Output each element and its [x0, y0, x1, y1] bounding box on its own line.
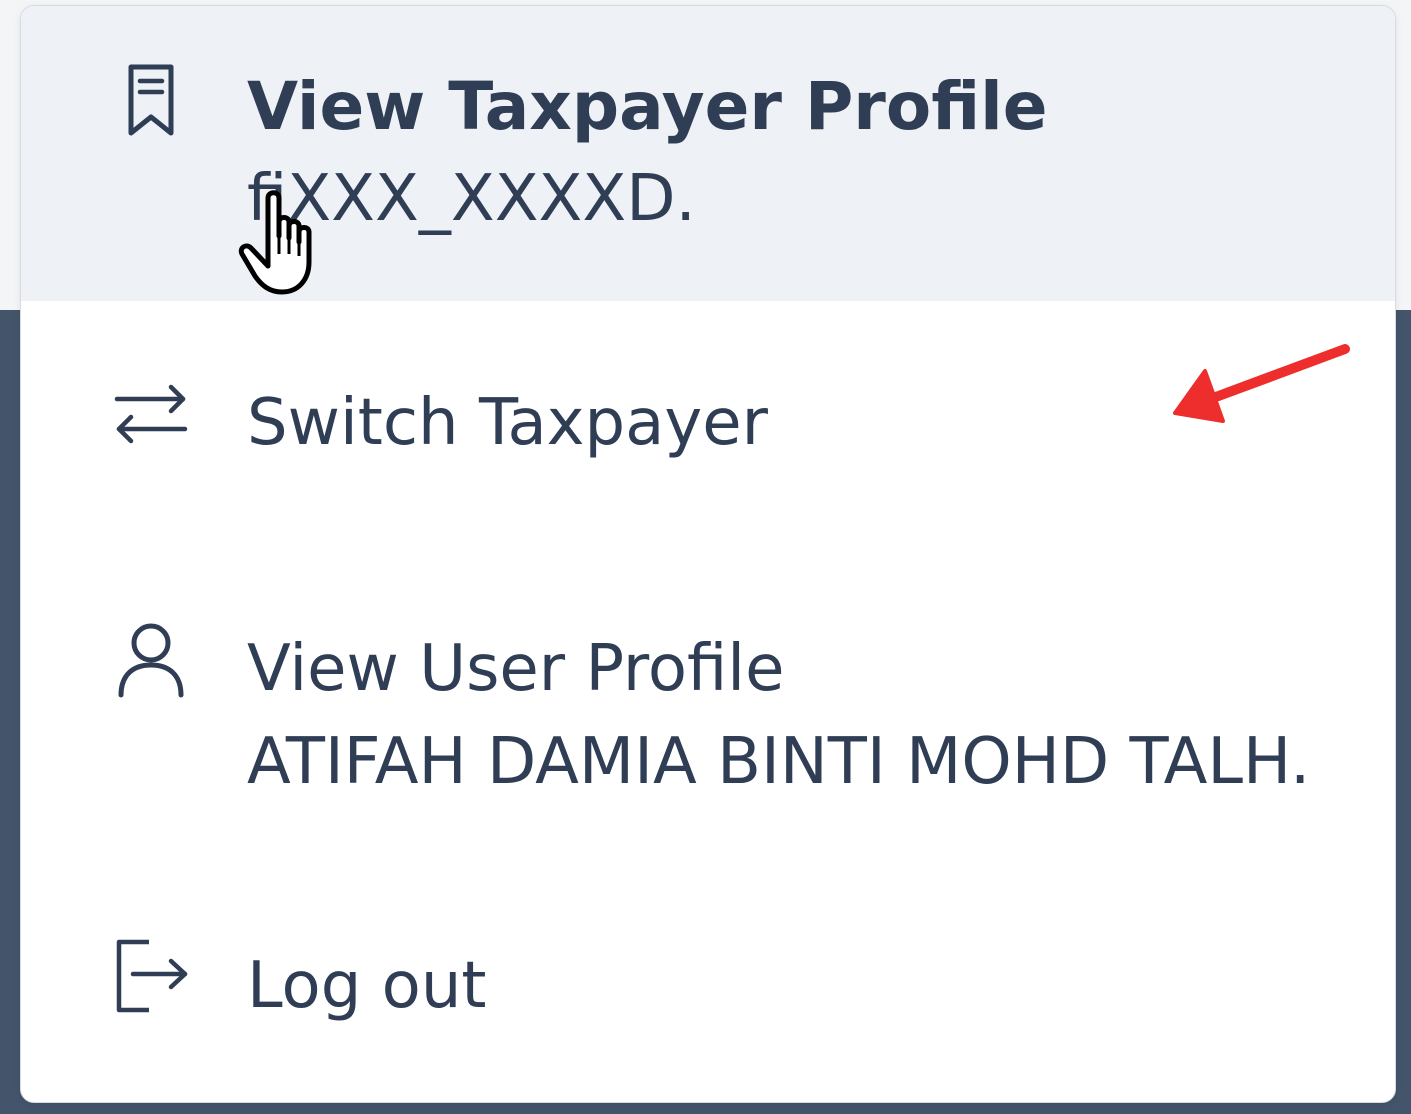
logout-icon [111, 934, 191, 1014]
switch-taxpayer-label: Switch Taxpayer [247, 386, 768, 460]
user-full-name-value: ATIFAH DAMIA BINTI MOHD TALH. [247, 725, 1311, 799]
receipt-bookmark-icon [111, 61, 191, 141]
red-arrow-icon [1165, 335, 1355, 435]
switch-arrows-icon [111, 373, 191, 453]
menu-item-log-out[interactable]: Log out [21, 886, 1395, 1102]
view-user-profile-label: View User Profile [247, 632, 785, 706]
hand-pointer-icon [238, 188, 330, 298]
log-out-label: Log out [247, 949, 487, 1023]
menu-item-view-user-profile[interactable]: View User Profile ATIFAH DAMIA BINTI MOH… [21, 551, 1395, 886]
user-icon [111, 619, 191, 699]
account-dropdown-menu: View Taxpayer Profile fiXXX_XXXXD. Switc… [20, 5, 1396, 1103]
menu-item-view-taxpayer-profile[interactable]: View Taxpayer Profile fiXXX_XXXXD. [21, 6, 1395, 301]
view-taxpayer-profile-label: View Taxpayer Profile [247, 68, 1048, 145]
